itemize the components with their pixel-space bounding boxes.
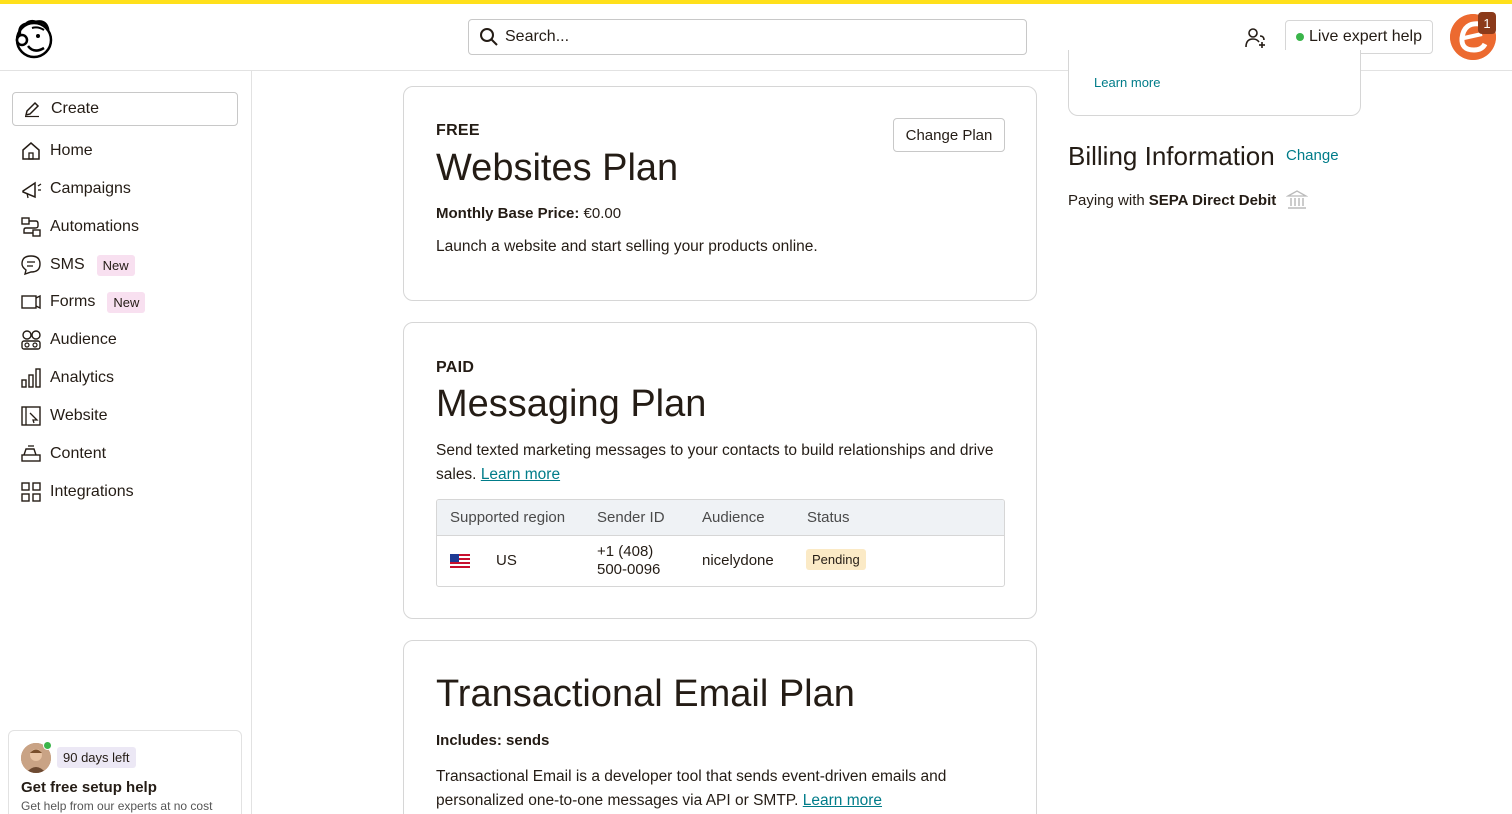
table-header-row: Supported region Sender ID Audience Stat… (437, 500, 1004, 536)
info-card: Learn more (1068, 50, 1361, 116)
bank-icon (1286, 190, 1309, 209)
sms-region-table: Supported region Sender ID Audience Stat… (436, 499, 1005, 587)
plan-description: Send texted marketing messages to your c… (436, 439, 1016, 487)
sidebar-item-label: Content (50, 445, 107, 462)
new-badge: New (96, 254, 135, 276)
audience-cell: nicelydone (702, 552, 774, 569)
column-header: Audience (702, 509, 765, 526)
column-header: Supported region (450, 509, 566, 526)
payment-method: Paying with SEPA Direct Debit (1068, 189, 1309, 211)
sidebar-item-label: Integrations (50, 483, 134, 500)
sidebar-item-label: Home (50, 142, 93, 159)
home-icon (20, 140, 42, 162)
sidebar-item-forms[interactable]: Forms New (20, 287, 146, 317)
sidebar-item-audience[interactable]: Audience (20, 325, 117, 355)
messaging-plan-card: PAID Messaging Plan Send texted marketin… (403, 322, 1037, 619)
sender-id-line-2: 500-0096 (597, 561, 661, 578)
us-flag-icon (450, 554, 470, 568)
sidebar-nav: Create Home Campaigns Automations SMS Ne… (0, 71, 252, 814)
table-row: US +1 (408) 500-0096 nicelydone Pending (437, 536, 1004, 586)
sidebar-item-campaigns[interactable]: Campaigns (20, 174, 131, 204)
setup-help-card[interactable]: 90 days left Get free setup help Get hel… (8, 730, 242, 814)
online-status-dot (1296, 33, 1305, 41)
plan-tier-label: PAID (436, 359, 475, 376)
learn-more-link[interactable]: Learn more (803, 792, 882, 809)
content-icon (20, 443, 42, 465)
pencil-icon (24, 101, 40, 118)
forms-icon (20, 291, 42, 313)
plan-title: Messaging Plan (436, 383, 707, 425)
sidebar-item-label: Audience (50, 331, 117, 348)
automations-icon (20, 216, 42, 238)
website-icon (20, 405, 42, 427)
sidebar-item-label: SMS (50, 256, 85, 273)
change-plan-button[interactable]: Change Plan (893, 118, 1005, 152)
setup-help-title: Get free setup help (21, 779, 157, 796)
online-status-dot (43, 741, 52, 750)
column-header: Status (807, 509, 850, 526)
sidebar-item-sms[interactable]: SMS New (20, 250, 135, 280)
sidebar-item-label: Forms (50, 293, 96, 310)
price-value: €0.00 (583, 205, 622, 222)
billing-change-link[interactable]: Change (1286, 147, 1339, 164)
price-label: Monthly Base Price: (436, 205, 580, 222)
sidebar-item-home[interactable]: Home (20, 136, 93, 166)
plan-title: Transactional Email Plan (436, 673, 855, 715)
sender-id-line-1: +1 (408) (597, 543, 654, 560)
monthly-price: Monthly Base Price: €0.00 (436, 205, 621, 222)
search-icon (480, 28, 498, 46)
search-input[interactable] (505, 28, 1005, 46)
plan-tier-label: FREE (436, 122, 480, 139)
plan-description: Transactional Email is a developer tool … (436, 765, 1016, 813)
campaigns-icon (20, 178, 42, 200)
column-header: Sender ID (597, 509, 665, 526)
new-badge: New (107, 291, 146, 313)
sidebar-item-label: Automations (50, 218, 139, 235)
learn-more-link[interactable]: Learn more (1094, 75, 1160, 90)
analytics-icon (20, 367, 42, 389)
billing-information-title: Billing Information (1068, 141, 1275, 171)
sms-icon (20, 254, 42, 276)
sidebar-item-analytics[interactable]: Analytics (20, 363, 114, 393)
live-expert-help-label: Live expert help (1309, 28, 1422, 45)
payment-method-name: SEPA Direct Debit (1148, 191, 1277, 209)
live-expert-help-button[interactable]: Live expert help (1285, 20, 1433, 54)
sidebar-item-label: Analytics (50, 369, 115, 386)
sidebar-item-label: Campaigns (50, 180, 131, 197)
status-badge: Pending (806, 549, 866, 570)
setup-help-subtitle: Get help from our experts at no cost (21, 799, 213, 813)
mailchimp-logo-icon[interactable] (12, 16, 56, 60)
plan-description: Launch a website and start selling your … (436, 238, 818, 255)
sender-id-cell: +1 (408) 500-0096 (597, 543, 660, 579)
paying-prefix: Paying with (1068, 191, 1145, 209)
plan-includes: Includes: sends (436, 732, 550, 749)
integrations-icon (20, 481, 42, 503)
account-users-icon[interactable] (1244, 26, 1268, 50)
sidebar-item-label: Website (50, 407, 108, 424)
sidebar-item-automations[interactable]: Automations (20, 212, 139, 242)
sidebar-item-website[interactable]: Website (20, 401, 108, 431)
sidebar-item-content[interactable]: Content (20, 439, 106, 469)
plan-title: Websites Plan (436, 147, 679, 189)
transactional-email-plan-card: Transactional Email Plan Includes: sends… (403, 640, 1037, 814)
create-button[interactable]: Create (12, 92, 238, 126)
search-bar[interactable] (468, 19, 1027, 55)
audience-icon (20, 329, 42, 351)
websites-plan-card: FREE Websites Plan Monthly Base Price: €… (403, 86, 1037, 301)
days-left-badge: 90 days left (57, 747, 136, 768)
create-label: Create (51, 100, 100, 117)
learn-more-link[interactable]: Learn more (481, 466, 560, 483)
region-cell: US (496, 552, 517, 569)
notification-count-badge[interactable]: 1 (1478, 12, 1496, 34)
sidebar-item-integrations[interactable]: Integrations (20, 477, 134, 507)
